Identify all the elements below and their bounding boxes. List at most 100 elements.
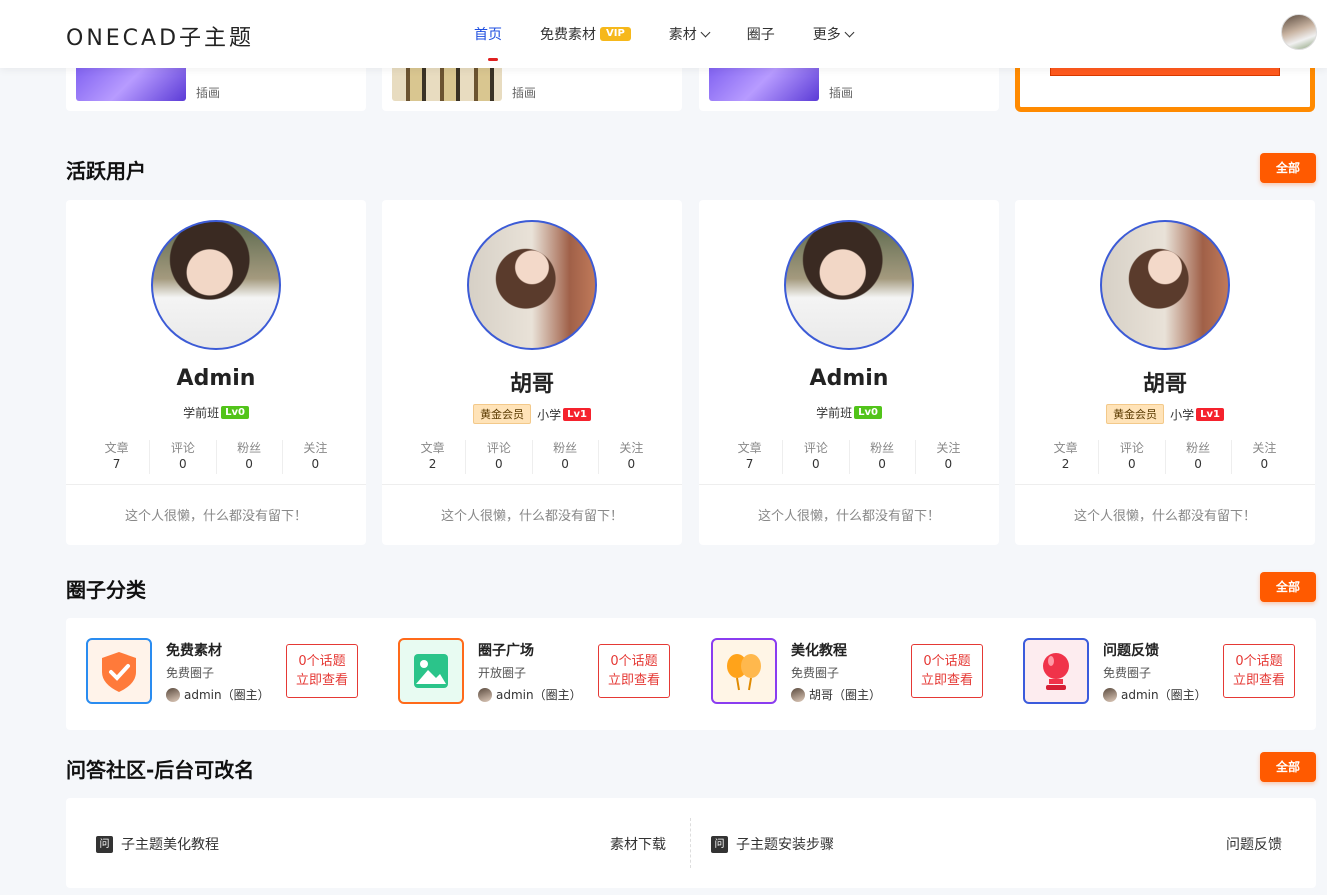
circle-item[interactable]: 免费素材 免费圈子 admin（圈主） 0个话题 立即查看 xyxy=(66,638,366,708)
question-category[interactable]: 素材下载 xyxy=(610,834,666,854)
bulb-icon[interactable] xyxy=(1023,638,1089,704)
section-title-qa: 问答社区-后台可改名 xyxy=(66,758,255,782)
owner-avatar xyxy=(478,687,492,702)
divider xyxy=(66,484,366,485)
stat-label: 文章 xyxy=(420,441,445,455)
stat-value: 0 xyxy=(311,457,320,471)
qa-question[interactable]: 问 子主题美化教程 xyxy=(96,834,219,854)
topic-count: 0个话题 xyxy=(1235,654,1283,669)
stat-label: 粉丝 xyxy=(237,441,262,455)
vip-badge: VIP xyxy=(600,27,631,41)
level-badge: Lv0 xyxy=(854,406,882,419)
view-circle-button[interactable]: 0个话题 立即查看 xyxy=(1223,644,1295,698)
owner-name: admin（圈主） xyxy=(184,688,270,702)
site-logo[interactable]: ONECAD子主题 xyxy=(66,20,254,52)
user-card[interactable]: Admin 学前班 Lv0 文章 7 评论 0 粉丝 0 关注 0 这个人很懒，什么都没… xyxy=(66,200,366,545)
user-name[interactable]: Admin xyxy=(66,366,366,391)
topic-count: 0个话题 xyxy=(923,654,971,669)
stat-value: 0 xyxy=(1128,457,1136,471)
circle-owner[interactable]: admin（圈主） xyxy=(166,686,270,703)
image-icon[interactable] xyxy=(398,638,464,704)
circle-owner[interactable]: 胡哥（圈主） xyxy=(791,686,881,703)
stat-label: 文章 xyxy=(1053,441,1078,455)
post-category[interactable]: 插画 xyxy=(512,84,536,101)
stat-value: 2 xyxy=(1061,457,1070,471)
user-name[interactable]: 胡哥 xyxy=(382,366,682,398)
user-avatar[interactable] xyxy=(151,220,281,350)
user-avatar[interactable] xyxy=(784,220,914,350)
circle-owner[interactable]: admin（圈主） xyxy=(478,686,582,703)
user-card[interactable]: 胡哥 黄金会员 小学 Lv1 文章 2 评论 0 粉丝 0 关注 0 这个人很懒，什么都… xyxy=(1015,200,1315,545)
stat-value: 0 xyxy=(878,457,886,471)
stat-label: 文章 xyxy=(104,441,129,455)
topic-count: 0个话题 xyxy=(298,654,346,669)
user-name[interactable]: Admin xyxy=(699,366,999,391)
user-name[interactable]: 胡哥 xyxy=(1015,366,1315,398)
divider xyxy=(699,484,999,485)
qa-all-button[interactable]: 全部 xyxy=(1260,752,1316,782)
owner-avatar xyxy=(166,687,180,702)
question-category[interactable]: 问题反馈 xyxy=(1226,834,1282,854)
shield-check-icon[interactable] xyxy=(86,638,152,704)
nav-item-more[interactable]: 更多 xyxy=(812,24,855,44)
post-category[interactable]: 插画 xyxy=(829,84,853,101)
balloon-icon[interactable] xyxy=(711,638,777,704)
user-avatar[interactable] xyxy=(1100,220,1230,350)
stat-label: 评论 xyxy=(170,441,195,455)
user-avatar[interactable] xyxy=(467,220,597,350)
circle-type: 开放圈子 xyxy=(478,666,527,680)
stat-value: 0 xyxy=(561,457,569,471)
nav-item-materials[interactable]: 素材 xyxy=(669,24,711,44)
qa-panel: 问 子主题美化教程 素材下载 问 子主题安装步骤 问题反馈 xyxy=(66,798,1316,888)
post-category[interactable]: 插画 xyxy=(196,84,220,101)
circle-name[interactable]: 免费素材 xyxy=(166,640,222,660)
stat-following: 关注 0 xyxy=(599,440,664,474)
nav-item-free-materials[interactable]: 免费素材 VIP xyxy=(540,24,631,44)
level-badge: Lv1 xyxy=(563,407,591,421)
user-description: 这个人很懒，什么都没有留下！ xyxy=(757,509,940,524)
circles-all-button[interactable]: 全部 xyxy=(1260,572,1316,602)
section-title-circles: 圈子分类 xyxy=(66,578,146,602)
stat-fans: 粉丝 0 xyxy=(533,440,599,474)
question-title[interactable]: 子主题安装步骤 xyxy=(736,834,834,854)
qa-question[interactable]: 问 子主题安装步骤 xyxy=(711,834,834,854)
level-badge: Lv0 xyxy=(221,406,249,419)
circle-name[interactable]: 圈子广场 xyxy=(478,640,534,660)
nav-item-circles[interactable]: 圈子 xyxy=(747,24,775,44)
circle-item[interactable]: 美化教程 免费圈子 胡哥（圈主） 0个话题立即查看 xyxy=(691,638,991,708)
nav-item-home[interactable]: 首页 xyxy=(474,24,502,61)
circle-name[interactable]: 美化教程 xyxy=(791,640,847,660)
stat-value: 7 xyxy=(745,457,754,471)
user-card[interactable]: 胡哥 黄金会员 小学 Lv1 文章 2 评论 0 粉丝 0 关注 0 这个人很懒，什么都… xyxy=(382,200,682,545)
stat-value: 2 xyxy=(428,457,437,471)
stat-comments: 评论 0 xyxy=(783,440,850,474)
divider xyxy=(690,818,691,868)
nav-label: 更多 xyxy=(812,27,841,43)
circle-item[interactable]: 圈子广场 开放圈子 admin（圈主） 0个话题 立即查看 xyxy=(378,638,678,708)
circle-item[interactable]: 问题反馈 免费圈子 admin（圈主） 0个话题 立即查看 xyxy=(1003,638,1303,708)
view-circle-button[interactable]: 0个话题立即查看 xyxy=(911,644,983,698)
view-circle-button[interactable]: 0个话题 立即查看 xyxy=(598,644,670,698)
user-stats: 文章 2 评论 0 粉丝 0 关注 0 xyxy=(400,440,664,474)
user-card[interactable]: Admin 学前班 Lv0 文章 7 评论 0 粉丝 0 关注 0 这个人很懒，什么都没… xyxy=(699,200,999,545)
stat-value: 0 xyxy=(1194,457,1202,471)
circle-name[interactable]: 问题反馈 xyxy=(1103,640,1159,660)
circle-type: 免费圈子 xyxy=(791,666,840,680)
owner-avatar xyxy=(1103,687,1117,702)
question-icon: 问 xyxy=(711,835,728,853)
view-label: 立即查看 xyxy=(920,673,973,688)
user-badges: 学前班 Lv0 xyxy=(66,404,366,421)
owner-name: admin（圈主） xyxy=(1121,688,1207,702)
question-title[interactable]: 子主题美化教程 xyxy=(121,834,219,854)
stat-label: 关注 xyxy=(936,441,961,455)
user-badges: 黄金会员 小学 Lv1 xyxy=(1015,404,1315,424)
nav-label: 圈子 xyxy=(746,27,775,43)
stat-posts: 文章 2 xyxy=(400,440,467,474)
user-avatar[interactable] xyxy=(1281,14,1317,50)
topic-count: 0个话题 xyxy=(610,654,658,669)
circle-owner[interactable]: admin（圈主） xyxy=(1103,686,1207,703)
stat-value: 0 xyxy=(179,457,187,471)
active-users-all-button[interactable]: 全部 xyxy=(1260,153,1316,183)
view-circle-button[interactable]: 0个话题 立即查看 xyxy=(286,644,358,698)
level-badge: Lv1 xyxy=(1196,407,1224,421)
